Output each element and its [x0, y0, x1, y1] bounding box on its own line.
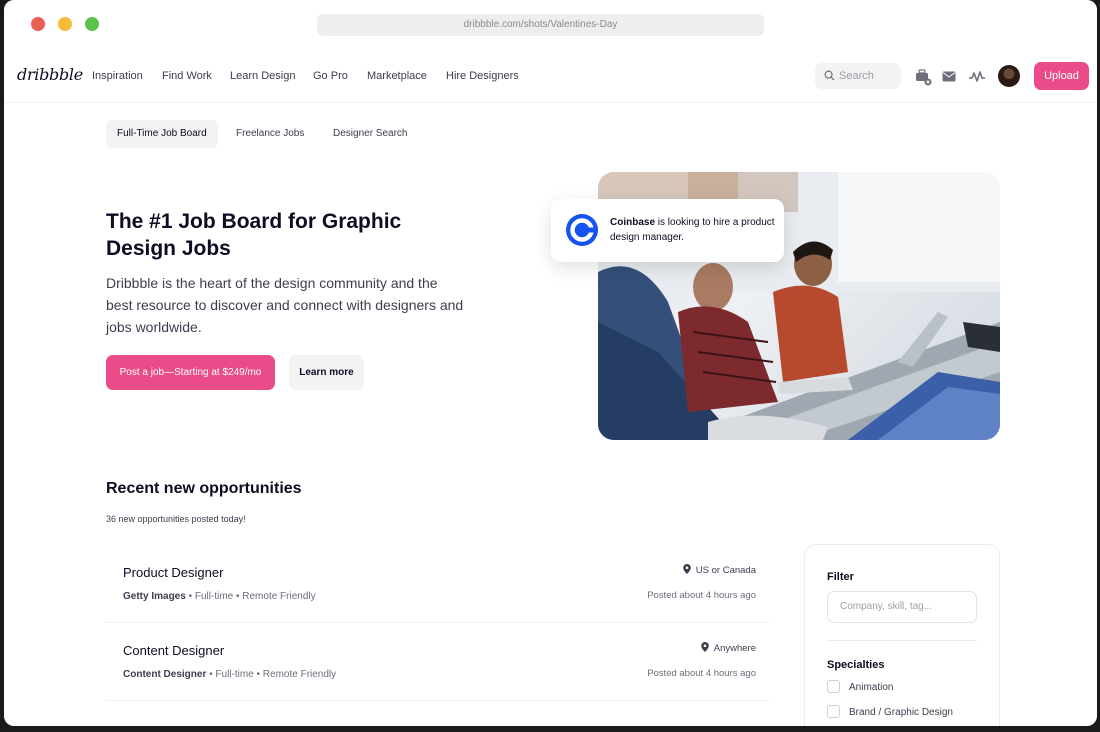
job-title[interactable]: Product Designer: [123, 565, 223, 580]
checkbox[interactable]: [827, 705, 840, 718]
job-location: Anywhere: [700, 642, 756, 654]
post-job-button[interactable]: Post a job—Starting at $249/mo: [106, 355, 275, 390]
filter-divider: [827, 640, 977, 641]
recent-opportunities-count: 36 new opportunities posted today!: [106, 514, 246, 524]
job-location-text: Anywhere: [713, 643, 756, 654]
location-pin-icon: [682, 564, 691, 574]
hero-description: Dribbble is the heart of the design comm…: [106, 275, 464, 335]
job-details: • Full-time • Remote Friendly: [185, 591, 316, 602]
specialties-title: Specialties: [827, 659, 885, 671]
hiring-notification-card[interactable]: Coinbase is looking to hire a product de…: [551, 199, 784, 262]
specialty-checkbox-brand-graphic-design[interactable]: Brand / Graphic Design: [827, 705, 953, 718]
checkbox[interactable]: [827, 680, 840, 693]
search-placeholder: Search: [839, 70, 874, 82]
user-avatar[interactable]: [998, 65, 1020, 87]
nav-link-learn-design[interactable]: Learn Design: [230, 70, 295, 82]
browser-chrome: dribbble.com/shots/Valentines-Day: [4, 0, 1097, 50]
job-company: Getty Images: [123, 591, 186, 602]
job-meta: Content Designer • Full-time • Remote Fr…: [123, 669, 336, 680]
job-details: • Full-time • Remote Friendly: [206, 669, 337, 680]
hiring-company: Coinbase: [610, 217, 656, 228]
nav-link-marketplace[interactable]: Marketplace: [367, 70, 427, 82]
nav-link-hire-designers[interactable]: Hire Designers: [446, 70, 519, 82]
specialty-label: Brand / Graphic Design: [849, 707, 953, 718]
job-listing[interactable]: Content Designer Content Designer • Full…: [106, 623, 770, 701]
job-listing[interactable]: Product Designer Getty Images • Full-tim…: [106, 545, 770, 623]
mail-icon[interactable]: [942, 71, 956, 82]
dribbble-logo[interactable]: dribbble: [17, 65, 83, 84]
tab-designer-search[interactable]: Designer Search: [322, 120, 418, 148]
search-icon: [824, 70, 835, 81]
location-pin-icon: [700, 642, 709, 652]
filter-search-input[interactable]: Company, skill, tag...: [827, 591, 977, 623]
job-meta: Getty Images • Full-time • Remote Friend…: [123, 591, 316, 602]
learn-more-button[interactable]: Learn more: [289, 355, 364, 390]
nav-link-go-pro[interactable]: Go Pro: [313, 70, 348, 82]
close-window-button[interactable]: [31, 17, 45, 31]
hero-title: The #1 Job Board for Graphic Design Jobs: [106, 210, 402, 260]
nav-link-inspiration[interactable]: Inspiration: [92, 70, 143, 82]
minimize-window-button[interactable]: [58, 17, 72, 31]
address-bar[interactable]: dribbble.com/shots/Valentines-Day: [317, 14, 764, 36]
upload-button[interactable]: Upload: [1034, 62, 1089, 90]
top-nav: dribbble Inspiration Find Work Learn Des…: [4, 50, 1097, 103]
job-posted-time: Posted about 4 hours ago: [647, 590, 756, 601]
specialty-checkbox-animation[interactable]: Animation: [827, 680, 893, 693]
filter-panel: Filter Company, skill, tag... Specialtie…: [804, 544, 1000, 726]
job-company: Content Designer: [123, 669, 207, 680]
tab-full-time-job-board[interactable]: Full-Time Job Board: [106, 120, 218, 148]
briefcase-icon[interactable]: [915, 68, 933, 86]
search-input[interactable]: Search: [815, 63, 901, 89]
maximize-window-button[interactable]: [85, 17, 99, 31]
tab-freelance-jobs[interactable]: Freelance Jobs: [225, 120, 315, 148]
hiring-message: Coinbase is looking to hire a product de…: [610, 215, 775, 245]
nav-link-find-work[interactable]: Find Work: [162, 70, 212, 82]
recent-opportunities-title: Recent new opportunities: [106, 480, 302, 497]
job-location: US or Canada: [682, 564, 756, 576]
filter-title: Filter: [827, 571, 854, 583]
job-title[interactable]: Content Designer: [123, 643, 224, 658]
coinbase-logo-icon: [566, 214, 598, 246]
activity-icon[interactable]: [968, 70, 986, 82]
specialty-label: Animation: [849, 682, 894, 693]
job-location-text: US or Canada: [695, 565, 756, 576]
browser-window: dribbble.com/shots/Valentines-Day dribbb…: [4, 0, 1097, 726]
job-posted-time: Posted about 4 hours ago: [647, 668, 756, 679]
